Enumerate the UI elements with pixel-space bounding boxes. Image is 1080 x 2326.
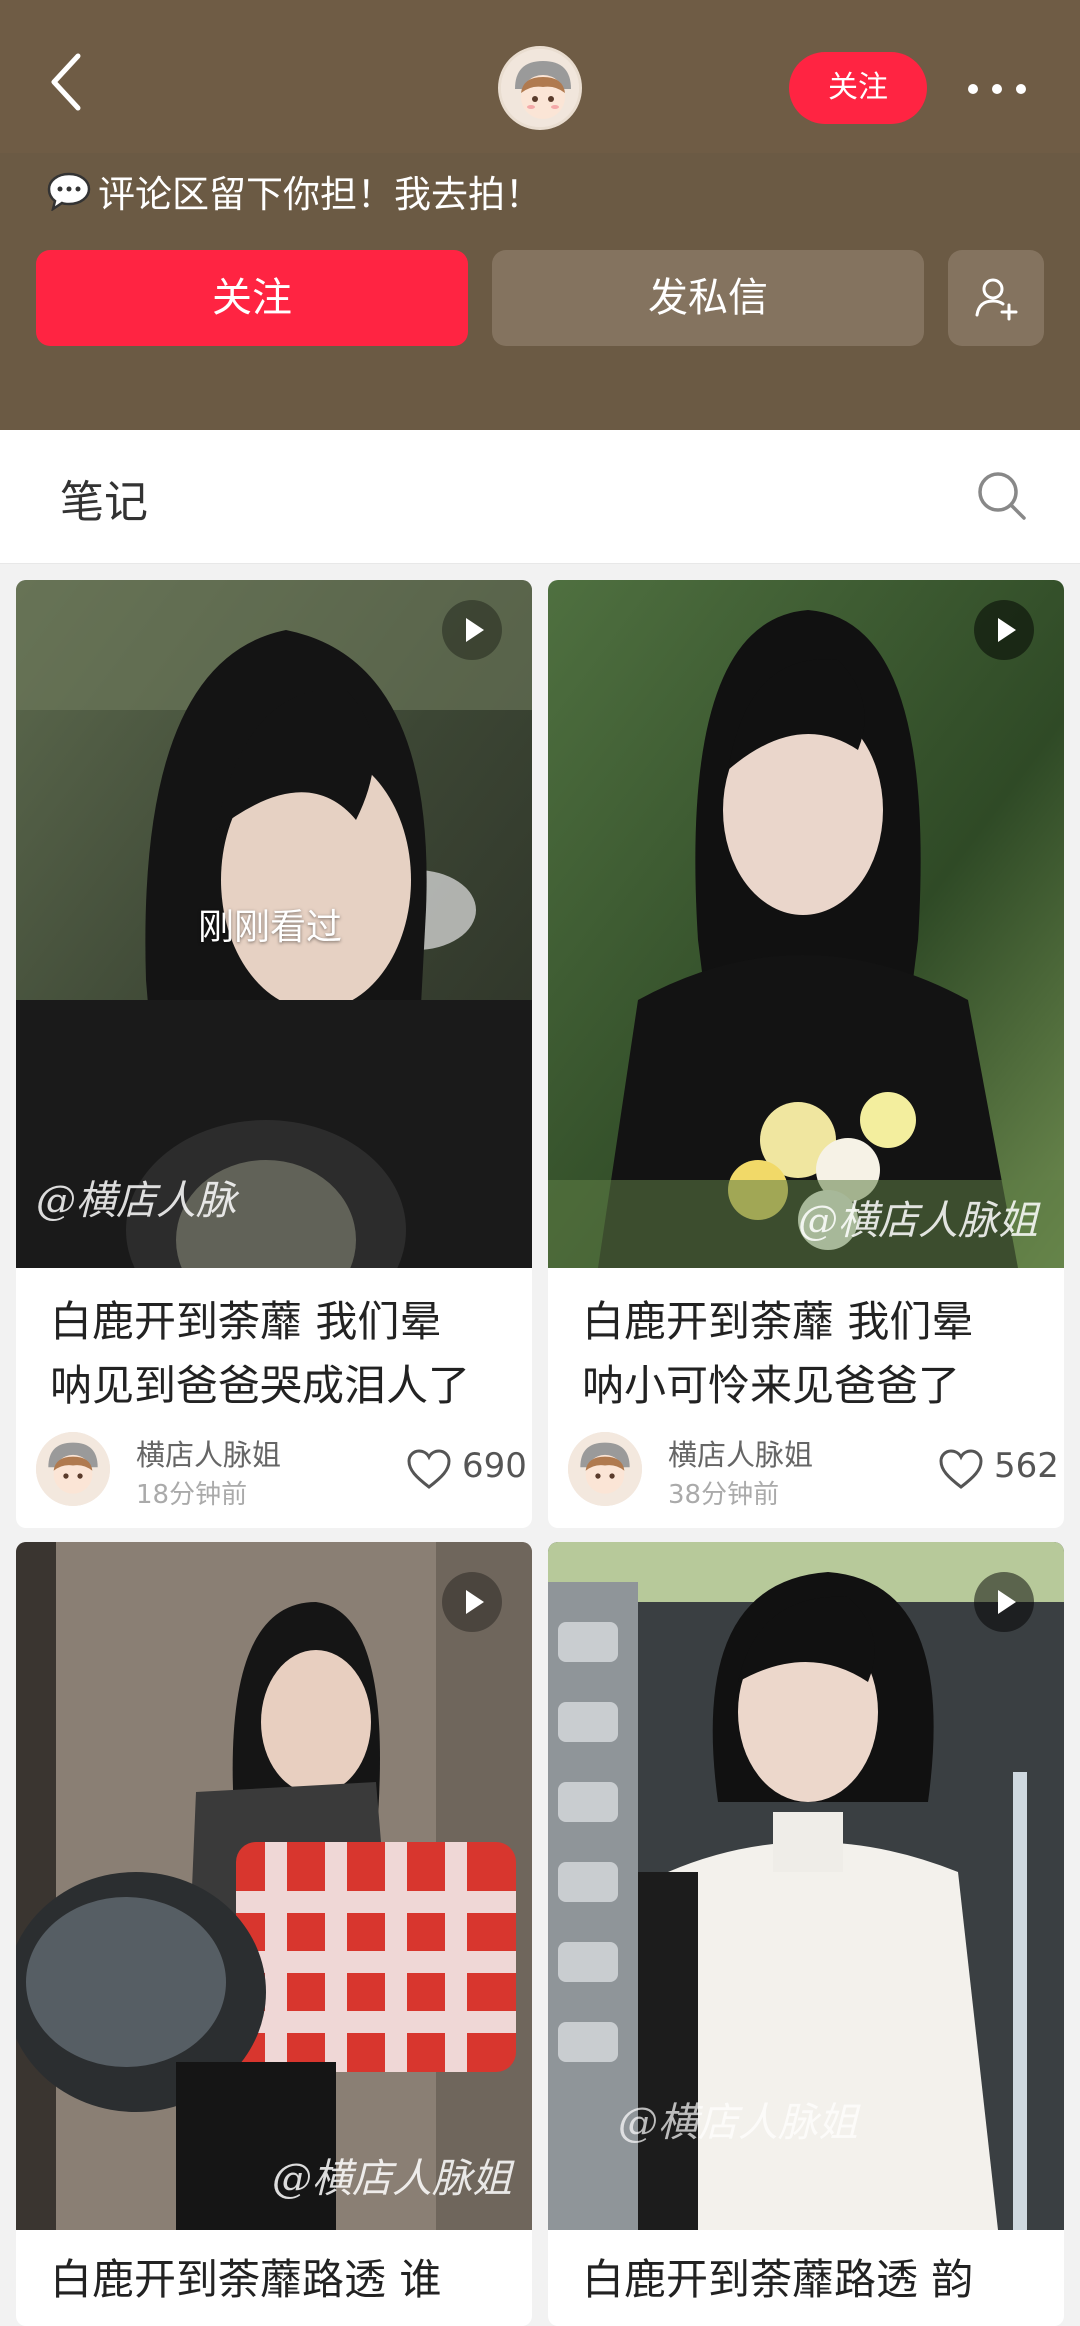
add-friend-button[interactable] — [948, 250, 1044, 346]
tab-notes[interactable]: 笔记 — [60, 466, 148, 530]
play-icon[interactable] — [974, 600, 1034, 660]
like-count: 690 — [462, 1446, 527, 1486]
note-cover-image[interactable] — [548, 580, 1064, 1268]
profile-header: 关注 评论区留下你担！我去拍！ 关注 发私信 — [0, 0, 1080, 430]
avatar-illustration — [501, 49, 579, 127]
note-card[interactable]: @横店人脉姐 白鹿开到荼蘼路透 谁 — [16, 1542, 532, 2326]
like-count: 562 — [994, 1446, 1059, 1486]
play-icon[interactable] — [442, 1572, 502, 1632]
note-card[interactable]: @横店人脉姐 白鹿开到荼蘼 我们晕 呐小可怜来见爸爸了 横店人脉姐 38分钟前 … — [548, 580, 1064, 1528]
note-title-line: 白鹿开到荼蘼 我们晕 — [582, 1297, 974, 1346]
avatar-illustration — [36, 1432, 110, 1506]
note-card[interactable]: @横店人脉姐 白鹿开到荼蘼路透 韵 — [548, 1542, 1064, 2326]
cover-photo — [16, 1542, 532, 2230]
search-button[interactable] — [974, 468, 1030, 524]
play-icon[interactable] — [974, 1572, 1034, 1632]
note-title-line: 呐小可怜来见爸爸了 — [582, 1361, 961, 1410]
add-user-icon — [975, 278, 1018, 321]
more-options-button[interactable] — [962, 66, 1034, 110]
more-dot — [992, 84, 1002, 94]
more-dot — [1016, 84, 1026, 94]
profile-bio: 评论区留下你担！我去拍！ — [46, 165, 542, 217]
author-row: 横店人脉姐 18分钟前 690 — [36, 1432, 527, 1510]
follow-button-top[interactable]: 关注 — [789, 52, 927, 124]
note-title: 白鹿开到荼蘼 我们晕 呐见到爸爸哭成泪人了 — [50, 1290, 510, 1418]
note-title: 白鹿开到荼蘼路透 韵 — [582, 2248, 1042, 2312]
avatar-illustration — [568, 1432, 642, 1506]
note-title-line: 白鹿开到荼蘼路透 谁 — [50, 2255, 442, 2304]
bio-text: 评论区留下你担！我去拍！ — [98, 173, 542, 216]
follow-button[interactable]: 关注 — [36, 250, 468, 346]
watermark: @横店人脉姐 — [798, 1198, 1038, 1244]
watermark: @横店人脉 — [36, 1178, 236, 1224]
more-dots-icon — [968, 84, 978, 94]
back-arrow-icon — [51, 53, 81, 111]
notes-tab-bar: 笔记 — [0, 430, 1080, 564]
note-title-line: 白鹿开到荼蘼路透 韵 — [582, 2255, 974, 2304]
avatar[interactable] — [36, 1432, 110, 1506]
author-name[interactable]: 横店人脉姐 — [136, 1432, 281, 1474]
author-name[interactable]: 横店人脉姐 — [668, 1432, 813, 1474]
cover-photo — [548, 580, 1064, 1268]
play-icon[interactable] — [442, 600, 502, 660]
speech-bubble-icon — [47, 172, 91, 211]
note-title: 白鹿开到荼蘼路透 谁 — [50, 2248, 510, 2312]
note-title-line: 白鹿开到荼蘼 我们晕 — [50, 1297, 442, 1346]
note-title-line: 呐见到爸爸哭成泪人了 — [50, 1361, 471, 1410]
post-time: 38分钟前 — [668, 1480, 780, 1510]
recently-viewed-label: 刚刚看过 — [198, 907, 343, 948]
watermark: @横店人脉姐 — [618, 2100, 858, 2146]
author-row: 横店人脉姐 38分钟前 562 — [568, 1432, 1059, 1510]
note-title: 白鹿开到荼蘼 我们晕 呐小可怜来见爸爸了 — [582, 1290, 1042, 1418]
direct-message-button[interactable]: 发私信 — [492, 250, 924, 346]
heart-icon[interactable] — [938, 1448, 984, 1490]
avatar[interactable] — [568, 1432, 642, 1506]
back-button[interactable] — [40, 46, 100, 118]
note-cover-image[interactable] — [16, 1542, 532, 2230]
watermark: @横店人脉姐 — [272, 2156, 512, 2202]
top-nav-bar: 关注 — [0, 0, 1080, 153]
note-card[interactable]: 刚刚看过 @横店人脉 白鹿开到荼蘼 我们晕 呐见到爸爸哭成泪人了 横店人脉姐 1… — [16, 580, 532, 1528]
search-icon — [978, 472, 1026, 520]
post-time: 18分钟前 — [136, 1480, 248, 1510]
heart-icon[interactable] — [406, 1448, 452, 1490]
avatar[interactable] — [498, 46, 582, 130]
